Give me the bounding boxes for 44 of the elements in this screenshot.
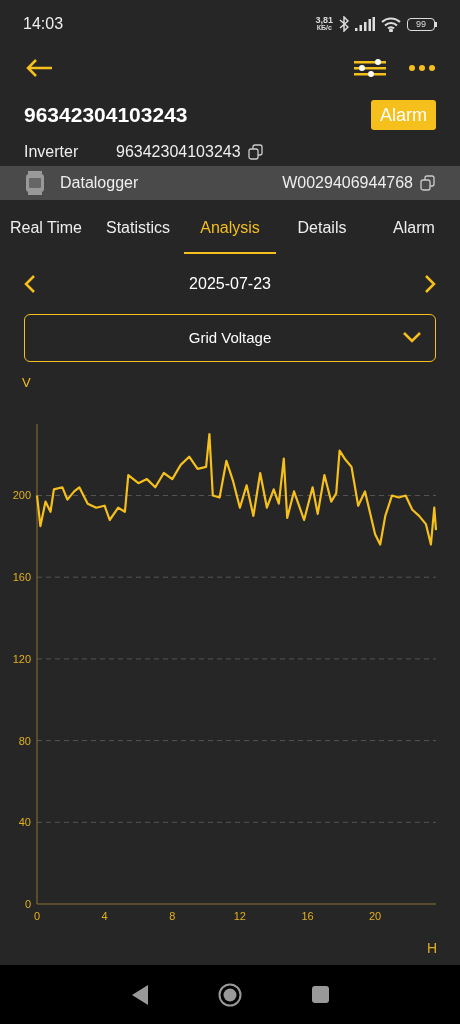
sliders-icon[interactable] <box>354 58 386 78</box>
y-tick-label: 200 <box>12 489 31 502</box>
next-date-icon[interactable] <box>424 274 436 294</box>
x-tick-label: 12 <box>233 910 246 922</box>
inverter-serial: 96342304103243 <box>116 142 241 162</box>
date-label: 2025-07-23 <box>189 274 271 294</box>
signal-icon <box>355 17 375 31</box>
x-tick-label: 4 <box>101 910 108 922</box>
tab[interactable]: Real Time <box>0 204 92 254</box>
x-tick-label: 8 <box>169 910 176 922</box>
tab[interactable]: Alarm <box>368 204 460 254</box>
datalogger-serial: W0029406944768 <box>282 173 413 193</box>
recents-nav-icon[interactable] <box>311 986 329 1003</box>
x-tick-label: 16 <box>301 910 314 922</box>
y-tick-label: 40 <box>18 816 31 829</box>
copy-icon[interactable] <box>247 144 264 160</box>
y-tick-label: 0 <box>24 898 31 910</box>
y-tick-label: 80 <box>18 734 31 747</box>
copy-icon[interactable] <box>420 175 436 191</box>
status-time: 14:03 <box>23 14 64 34</box>
battery-indicator: 99 <box>407 17 437 31</box>
chevron-down-icon <box>403 332 421 343</box>
tab[interactable]: Analysis <box>184 204 276 254</box>
y-axis-unit: V <box>22 373 31 392</box>
back-arrow-icon[interactable] <box>25 58 53 78</box>
metric-dropdown[interactable]: Grid Voltage <box>24 314 436 362</box>
previous-date-icon[interactable] <box>24 274 36 294</box>
datalogger-icon <box>25 170 45 196</box>
datalogger-label: Datalogger <box>60 173 140 193</box>
home-nav-icon[interactable] <box>217 982 242 1007</box>
more-icon[interactable] <box>409 65 435 71</box>
bluetooth-icon <box>339 16 349 32</box>
wifi-icon <box>381 16 401 32</box>
network-speed: 3,81 <box>315 16 333 24</box>
back-nav-icon[interactable] <box>131 984 148 1005</box>
y-tick-label: 160 <box>12 571 31 584</box>
x-tick-label: 0 <box>33 910 41 922</box>
y-tick-label: 120 <box>12 652 31 665</box>
x-axis-unit: H <box>426 940 438 956</box>
device-title: 96342304103243 <box>24 102 188 129</box>
inverter-label: Inverter <box>24 142 80 162</box>
tab[interactable]: Statistics <box>92 204 184 254</box>
x-tick-label: 20 <box>369 910 382 922</box>
tab[interactable]: Details <box>276 204 368 254</box>
